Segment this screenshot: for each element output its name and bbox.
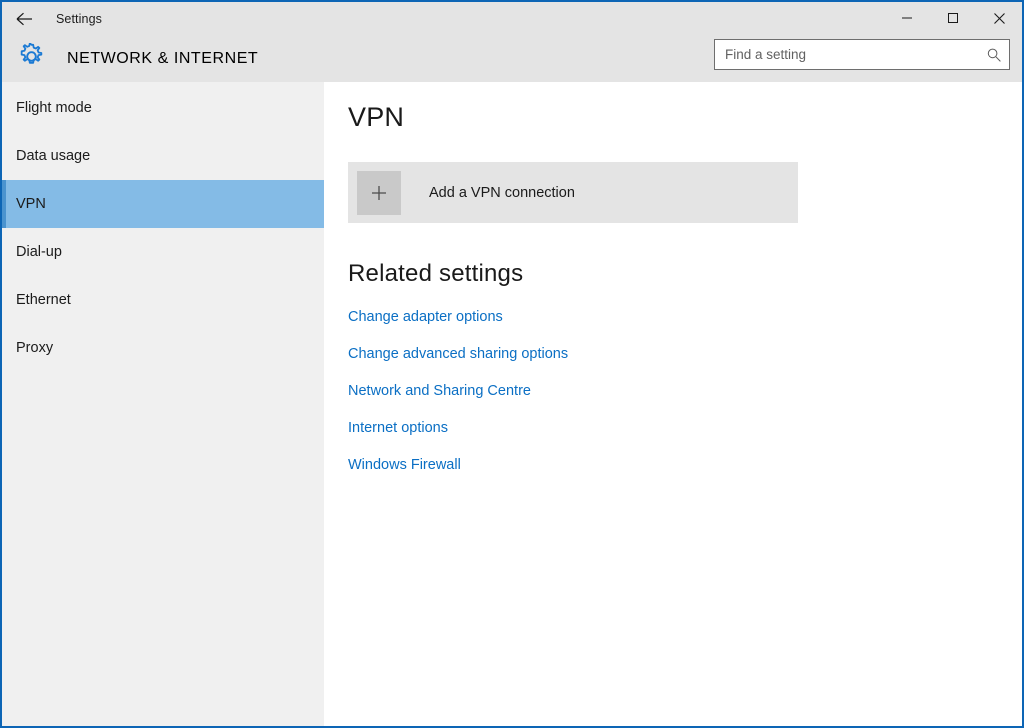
sidebar-item-dial-up[interactable]: Dial-up [2, 228, 324, 276]
link-change-advanced-sharing-options[interactable]: Change advanced sharing options [348, 346, 568, 362]
section-title: VPN [348, 104, 1022, 131]
sidebar-item-proxy[interactable]: Proxy [2, 324, 324, 372]
maximize-icon [947, 12, 959, 24]
add-vpn-connection-button[interactable]: Add a VPN connection [348, 162, 798, 223]
maximize-button[interactable] [930, 2, 976, 34]
link-network-and-sharing-centre[interactable]: Network and Sharing Centre [348, 383, 531, 399]
sidebar-item-ethernet[interactable]: Ethernet [2, 276, 324, 324]
link-windows-firewall[interactable]: Windows Firewall [348, 457, 461, 473]
sidebar-item-label: Data usage [16, 148, 90, 164]
back-button[interactable] [2, 3, 46, 35]
window-caption-buttons [884, 2, 1022, 34]
sidebar-item-vpn[interactable]: VPN [2, 180, 324, 228]
close-button[interactable] [976, 2, 1022, 34]
plus-icon [357, 171, 401, 215]
search-input[interactable] [715, 40, 979, 69]
app-title: Settings [56, 12, 102, 26]
related-settings-links: Change adapter options Change advanced s… [348, 309, 1022, 473]
page-header: NETWORK & INTERNET [2, 36, 1022, 82]
sidebar-item-data-usage[interactable]: Data usage [2, 132, 324, 180]
sidebar: Flight mode Data usage VPN Dial-up Ether… [2, 82, 324, 726]
sidebar-item-label: Ethernet [16, 292, 71, 308]
search-icon[interactable] [979, 47, 1009, 63]
related-settings-title: Related settings [348, 223, 1022, 286]
sidebar-item-label: VPN [16, 196, 46, 212]
close-icon [993, 12, 1006, 25]
gear-icon [18, 43, 45, 75]
sidebar-item-label: Flight mode [16, 100, 92, 116]
link-change-adapter-options[interactable]: Change adapter options [348, 309, 503, 325]
minimize-button[interactable] [884, 2, 930, 34]
page-title: NETWORK & INTERNET [67, 50, 258, 68]
sidebar-item-label: Dial-up [16, 244, 62, 260]
add-vpn-connection-label: Add a VPN connection [429, 185, 575, 201]
link-internet-options[interactable]: Internet options [348, 420, 448, 436]
sidebar-item-flight-mode[interactable]: Flight mode [2, 84, 324, 132]
search-box[interactable] [714, 39, 1010, 70]
settings-home-button[interactable] [10, 43, 52, 75]
content-pane: VPN Add a VPN connection Related setting… [324, 82, 1022, 726]
settings-window: Settings [0, 0, 1024, 728]
back-arrow-icon [16, 12, 33, 26]
title-bar: Settings [2, 2, 1022, 36]
sidebar-item-label: Proxy [16, 340, 53, 356]
body: Flight mode Data usage VPN Dial-up Ether… [2, 82, 1022, 726]
minimize-icon [901, 12, 913, 24]
